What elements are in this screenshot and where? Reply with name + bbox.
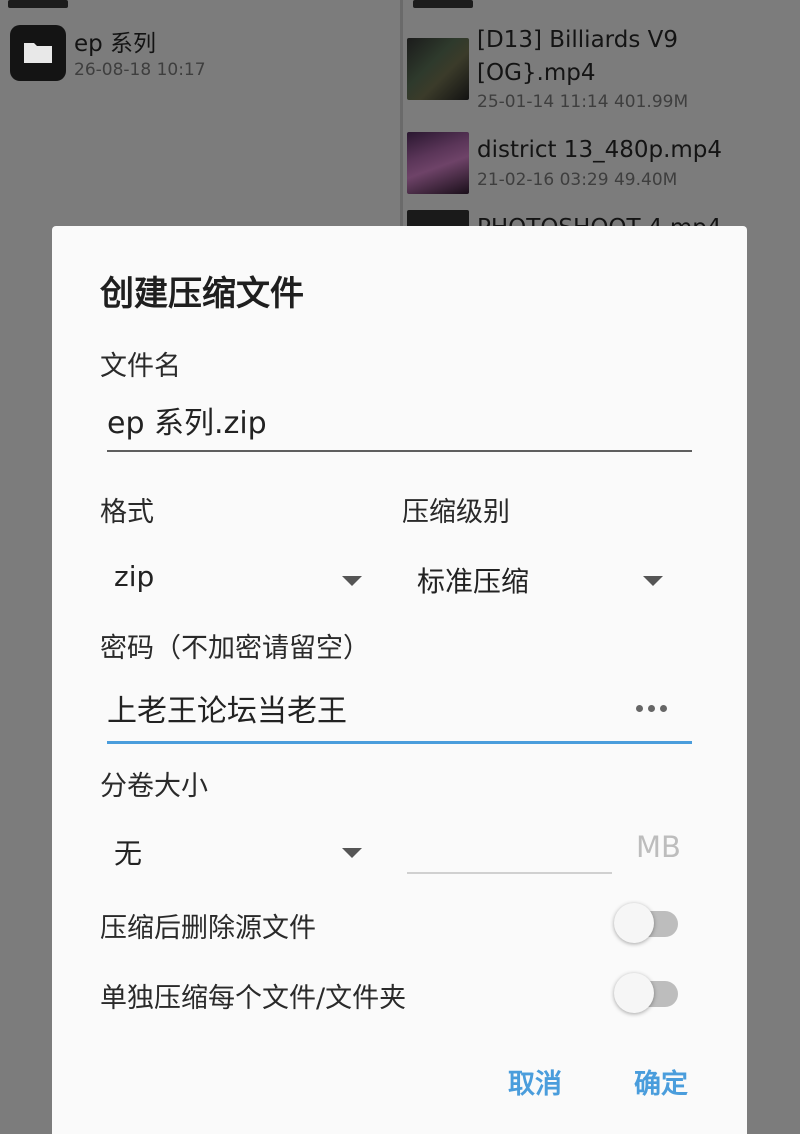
chevron-down-icon — [342, 576, 362, 586]
format-value: zip — [114, 560, 155, 593]
filename-input[interactable]: ep 系列.zip — [107, 400, 692, 452]
folder-meta: 26-08-18 10:17 — [74, 60, 206, 80]
volume-size-dropdown[interactable]: 无 — [114, 826, 364, 876]
file-item[interactable]: PHOTOSHOOT 4.mp4 — [407, 206, 797, 226]
file-name: [D13] Billiards V9 [OG}.mp4 — [477, 27, 678, 86]
file-name: PHOTOSHOOT 4.mp4 — [477, 212, 721, 226]
partial-item — [413, 0, 473, 8]
password-input[interactable]: 上老王论坛当老王 — [107, 688, 692, 744]
file-meta: 21-02-16 03:29 49.40M — [477, 170, 678, 190]
password-value: 上老王论坛当老王 — [107, 694, 347, 729]
separate-compress-toggle[interactable] — [614, 972, 680, 1016]
create-archive-dialog: 创建压缩文件 文件名 ep 系列.zip 格式 压缩级别 zip 标准压缩 密码… — [52, 226, 747, 1134]
more-options-icon[interactable] — [636, 704, 670, 714]
file-meta: 25-01-14 11:14 401.99M — [477, 92, 689, 112]
folder-item[interactable]: ep 系列 26-08-18 10:17 — [10, 22, 390, 82]
folder-icon — [10, 25, 66, 81]
cancel-button[interactable]: 取消 — [508, 1062, 562, 1101]
partial-item — [8, 0, 68, 8]
compression-level-label: 压缩级别 — [402, 497, 510, 528]
file-item[interactable]: [D13] Billiards V9 [OG}.mp4 25-01-14 11:… — [407, 26, 797, 116]
delete-source-label: 压缩后删除源文件 — [100, 913, 316, 944]
chevron-down-icon — [643, 576, 663, 586]
separate-compress-label: 单独压缩每个文件/文件夹 — [100, 983, 407, 1014]
format-label: 格式 — [100, 497, 154, 528]
volume-unit: MB — [636, 830, 681, 864]
volume-size-input[interactable] — [407, 818, 612, 874]
format-dropdown[interactable]: zip — [114, 554, 364, 604]
password-label: 密码（不加密请留空） — [100, 633, 370, 664]
filename-label: 文件名 — [100, 351, 181, 382]
dialog-title: 创建压缩文件 — [100, 274, 304, 314]
file-name: district 13_480p.mp4 — [477, 137, 723, 163]
video-thumbnail — [407, 132, 469, 194]
video-thumbnail — [407, 210, 469, 226]
volume-size-label: 分卷大小 — [100, 771, 208, 802]
chevron-down-icon — [342, 848, 362, 858]
file-item[interactable]: district 13_480p.mp4 21-02-16 03:29 49.4… — [407, 130, 797, 196]
volume-size-value: 无 — [114, 837, 143, 870]
folder-name: ep 系列 — [74, 31, 157, 57]
compression-level-value: 标准压缩 — [417, 565, 530, 598]
compression-level-dropdown[interactable]: 标准压缩 — [417, 554, 667, 604]
ok-button[interactable]: 确定 — [634, 1062, 688, 1101]
video-thumbnail — [407, 38, 469, 100]
delete-source-toggle[interactable] — [614, 902, 680, 946]
